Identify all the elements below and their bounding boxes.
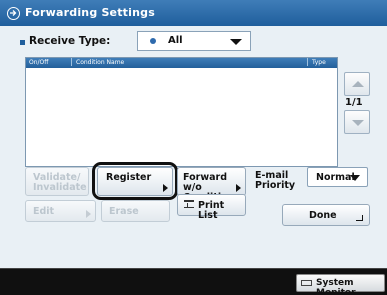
down-arrow-icon [352,120,364,126]
forwarding-settings-screen: Forwarding Settings Receive Type: All On… [0,0,387,268]
receive-type-select[interactable]: All [137,31,251,51]
done-label: Done [309,210,337,221]
dropdown-arrow-icon [350,175,360,181]
print-icon [184,200,194,208]
column-condition-name: Condition Name [76,59,125,66]
print-list-button[interactable]: Print List [177,194,246,221]
system-monitor-label: System Monitor [316,278,356,295]
validate-invalidate-button[interactable]: Validate/ Invalidate [25,167,89,196]
erase-label: Erase [109,206,139,217]
column-type: Type [312,59,326,66]
title-bar: Forwarding Settings [0,0,387,26]
next-arrow-icon [86,210,91,218]
scroll-down-button[interactable] [344,110,370,134]
next-arrow-icon [236,184,241,192]
forwarding-icon [7,7,20,20]
erase-button[interactable]: Erase [101,200,170,222]
edit-button[interactable]: Edit [25,200,96,222]
window-title: Forwarding Settings [25,6,155,19]
email-priority-label: E-mail Priority [255,170,296,191]
column-divider [307,58,308,66]
print-list-label: Print List [198,200,225,221]
forward-without-conditions-button[interactable]: Forward w/o Conditions [177,167,246,203]
edit-label: Edit [33,206,55,217]
dropdown-arrow-icon [230,39,242,45]
list-header: On/Off Condition Name Type [26,58,337,68]
scroll-up-button[interactable] [344,72,370,96]
email-priority-value: Normal [316,172,355,183]
page-indicator: 1/1 [345,97,363,108]
receive-type-label: Receive Type: [29,35,111,47]
done-button[interactable]: Done [282,204,370,226]
monitor-icon [301,280,312,286]
receive-type-value: All [168,35,183,46]
validate-invalidate-label: Validate/ Invalidate [33,172,87,193]
radio-dot-icon [150,38,156,44]
column-on-off: On/Off [29,59,49,66]
bullet-icon [20,40,25,45]
taskbar: System Monitor [0,268,387,295]
enter-icon [356,215,363,221]
system-monitor-button[interactable]: System Monitor [296,274,385,295]
column-divider [71,58,72,66]
email-priority-select[interactable]: Normal [307,167,368,187]
register-highlight-callout [92,162,178,200]
up-arrow-icon [352,81,364,87]
forwarding-conditions-list[interactable]: On/Off Condition Name Type [25,57,338,167]
